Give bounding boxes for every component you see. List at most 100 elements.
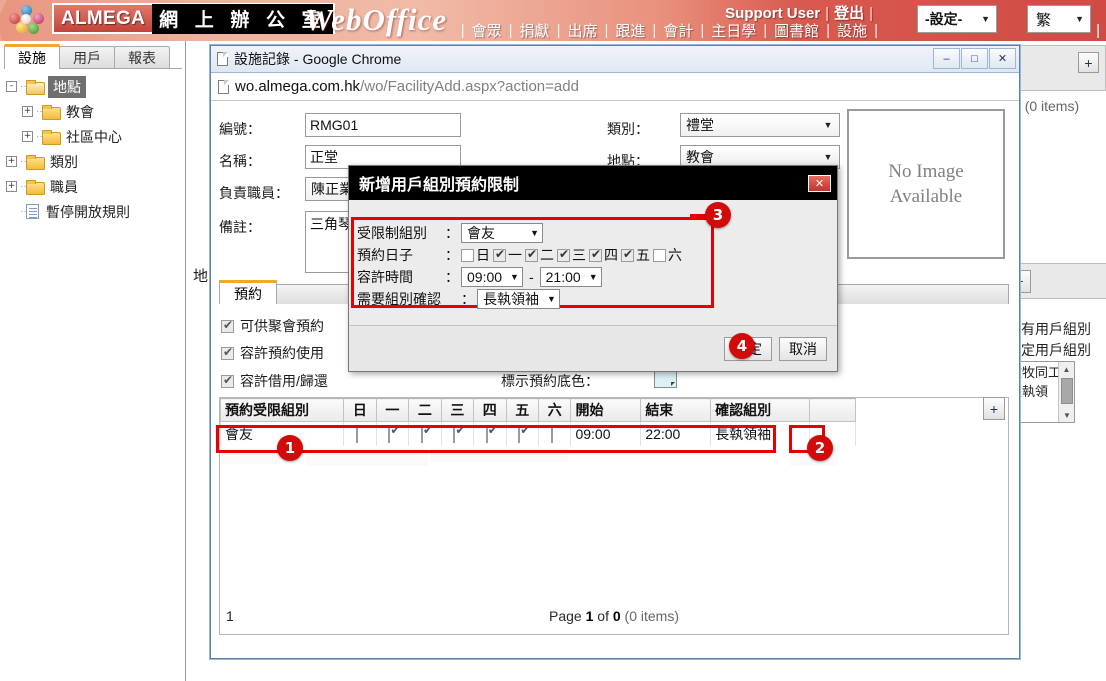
cell-mon[interactable] <box>375 421 410 446</box>
day-checkbox-sun[interactable]: 日 <box>461 245 490 265</box>
nav-item-2[interactable]: 出席 <box>560 20 604 41</box>
app-header: ALMEGA 網 上 辦 公 室 WebOffice Support User |… <box>0 0 1106 41</box>
scrollbar-thumb[interactable] <box>1061 378 1073 404</box>
nav-item-5[interactable]: 主日學 <box>704 20 763 41</box>
chrome-address-bar[interactable]: wo.almega.com.hk/wo/FacilityAdd.aspx?act… <box>211 73 1019 101</box>
time-start-select[interactable]: 09:00 ▼ <box>461 267 523 287</box>
cell-sat[interactable] <box>537 421 572 446</box>
day-label: 一 <box>508 247 522 263</box>
dialog-cancel-button[interactable]: 取消 <box>779 337 827 361</box>
scrollbar[interactable]: ▲ ▼ <box>1058 362 1074 422</box>
chrome-titlebar[interactable]: 設施記錄 - Google Chrome – □ ✕ <box>211 46 1019 73</box>
nav-item-1[interactable]: 捐獻 <box>513 20 557 41</box>
minimize-button[interactable]: – <box>933 48 960 69</box>
page-info: Page 1 of 0 (0 items) <box>220 608 1008 624</box>
cell-tue[interactable] <box>408 421 442 446</box>
background-add-button[interactable]: + <box>1078 52 1099 73</box>
placeholder-block <box>222 448 280 464</box>
day-checkbox-tue[interactable]: 二 <box>525 245 554 265</box>
tree-node-label: 教會 <box>66 103 94 120</box>
cell-wed[interactable] <box>440 421 475 446</box>
add-restriction-button[interactable]: + <box>983 397 1005 420</box>
screen-root: ALMEGA 網 上 辦 公 室 WebOffice Support User |… <box>0 0 1106 681</box>
tree-node-community-center[interactable]: + ·· 社區中心 <box>22 124 182 149</box>
remark-value: 三角琴 <box>310 216 352 232</box>
day-checkbox-thu[interactable]: 四 <box>589 245 618 265</box>
checkbox-allow-booking[interactable]: 容許預約使用 <box>221 343 324 363</box>
settings-dropdown[interactable]: -設定- ▼ <box>917 5 997 33</box>
maximize-button[interactable]: □ <box>961 48 988 69</box>
no-image-line1: No Image <box>888 161 964 182</box>
tree-toggle-icon[interactable]: + <box>6 181 17 192</box>
th-mon: 一 <box>375 398 410 422</box>
nav-item-0[interactable]: 會眾 <box>465 20 509 41</box>
tree-toggle-icon[interactable]: - <box>6 81 17 92</box>
tree-toggle-icon[interactable]: + <box>6 156 17 167</box>
sidebar-tab-label: 用戶 <box>73 50 101 66</box>
time-end-value: 21:00 <box>545 269 581 285</box>
background-items-count: 0 (0 items) <box>1013 98 1079 114</box>
scroll-up-icon[interactable]: ▲ <box>1059 362 1074 376</box>
language-dropdown[interactable]: 繁 ▼ <box>1027 5 1091 33</box>
tree-toggle-icon[interactable]: + <box>22 106 33 117</box>
code-field[interactable]: RMG01 <box>305 113 461 137</box>
day-checkbox-fri[interactable]: 五 <box>621 245 650 265</box>
checkbox-icon <box>221 318 234 333</box>
field-confirm-group: 需要組別確認 ： 長執領袖 ▼ <box>357 288 685 310</box>
background-right-column: + 0 (0 items) 間表 + 所有用戶組別 指定用戶組別 教牧同工 <box>971 41 1106 681</box>
checkbox-icon <box>355 424 358 443</box>
tree-node-location[interactable]: - ·· 地點 <box>6 74 182 99</box>
checkbox-icon <box>453 424 456 443</box>
no-image-line2: Available <box>889 186 963 207</box>
th-sat: 六 <box>537 398 572 422</box>
url-text: wo.almega.com.hk/wo/FacilityAdd.aspx?act… <box>235 78 579 95</box>
nav-item-7[interactable]: 設施 <box>830 20 874 41</box>
checkbox-allow-borrow-return[interactable]: 容許借用/歸還 <box>221 371 328 391</box>
cell-thu[interactable] <box>473 421 507 446</box>
sidebar-tab-facility[interactable]: 設施 <box>4 44 60 69</box>
colon: ： <box>445 247 459 263</box>
confirm-group-select[interactable]: 長執領袖 ▼ <box>477 289 560 309</box>
th-tue: 二 <box>408 398 442 422</box>
category-select[interactable]: 禮堂 ▼ <box>680 113 840 137</box>
folder-open-icon <box>26 80 45 95</box>
checkbox-meeting-booking[interactable]: 可供聚會預約 <box>221 316 324 336</box>
day-checkbox-sat[interactable]: 六 <box>653 245 682 265</box>
cell-sun[interactable] <box>343 421 377 446</box>
checkbox-icon <box>221 373 234 388</box>
tree-node-label: 類別 <box>50 153 78 170</box>
sidebar-tabs: 設施 用戶 報表 <box>4 44 182 69</box>
cell-fri[interactable] <box>505 421 539 446</box>
sidebar-tab-label: 報表 <box>128 50 156 66</box>
nav-item-6[interactable]: 圖書館 <box>767 20 826 41</box>
callout-2: 2 <box>807 435 833 461</box>
tree-node-church[interactable]: + ·· 教會 <box>22 99 182 124</box>
scroll-down-icon[interactable]: ▼ <box>1059 408 1074 422</box>
close-button[interactable]: ✕ <box>989 48 1016 69</box>
tab-booking[interactable]: 預約 <box>219 280 277 304</box>
chrome-window-title: 設施記錄 - Google Chrome <box>234 49 401 69</box>
day-checkbox-mon[interactable]: 一 <box>493 245 522 265</box>
day-checkbox-wed[interactable]: 三 <box>557 245 586 265</box>
table-row[interactable]: 會友 09:00 22:00 長執領袖 <box>219 421 857 446</box>
tree-node-staff[interactable]: + ·· 職員 <box>6 174 182 199</box>
nav-item-4[interactable]: 會計 <box>656 20 700 41</box>
nav-item-3[interactable]: 跟進 <box>608 20 652 41</box>
time-end-select[interactable]: 21:00 ▼ <box>539 267 602 287</box>
placeholder-block <box>430 448 568 462</box>
sidebar-tab-reports[interactable]: 報表 <box>114 46 170 69</box>
day-label: 日 <box>476 247 490 263</box>
th-end: 結束 <box>640 398 712 422</box>
tree-node-suspend-rules[interactable]: ·· 暫停開放規則 <box>6 199 182 224</box>
chevron-down-icon: ▼ <box>510 272 519 282</box>
dialog-close-icon[interactable]: ✕ <box>808 174 831 192</box>
restricted-group-select[interactable]: 會友 ▼ <box>461 223 543 243</box>
tree-node-category[interactable]: + ·· 類別 <box>6 149 182 174</box>
restriction-table: 預約受限組別 日 一 二 三 四 五 六 開始 結束 確認組別 會友 ✔ ✔ ✔… <box>219 398 857 446</box>
tree-node-label: 社區中心 <box>66 128 122 145</box>
add-restriction-dialog: 新增用戶組別預約限制 ✕ 受限制組別 ： 會友 ▼ 預約日子 ： 日 ✔ 一 ✔… <box>348 165 838 372</box>
sidebar-tab-users[interactable]: 用戶 <box>59 46 115 69</box>
tree-toggle-icon[interactable]: + <box>22 131 33 142</box>
folder-icon <box>42 105 61 120</box>
booking-days-label: 預約日子 <box>357 247 413 263</box>
